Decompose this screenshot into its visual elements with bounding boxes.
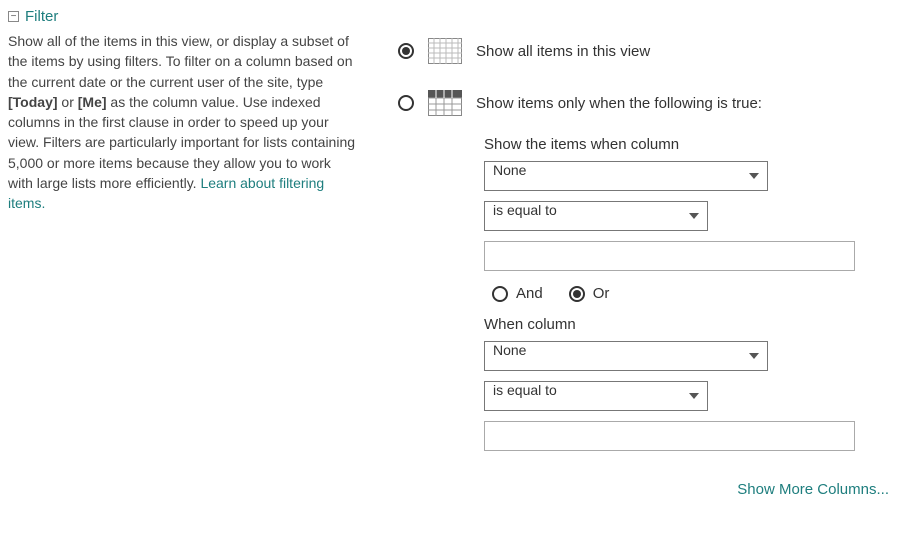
section-header: − Filter — [8, 8, 358, 25]
grid-filtered-icon — [428, 90, 462, 116]
grid-full-icon — [428, 38, 462, 64]
section-title: Filter — [25, 8, 58, 25]
and-label: And — [516, 285, 543, 302]
radio-show-filtered[interactable] — [398, 95, 414, 111]
me-token: [Me] — [78, 94, 107, 110]
chevron-down-icon — [689, 393, 699, 399]
radio-show-all[interactable] — [398, 43, 414, 59]
option-show-filtered-label: Show items only when the following is tr… — [476, 95, 762, 112]
radio-or[interactable] — [569, 286, 585, 302]
group1-operator-select[interactable]: is equal to — [484, 201, 708, 231]
group2-value-input[interactable] — [484, 421, 855, 451]
chevron-down-icon — [749, 353, 759, 359]
group1-column-select[interactable]: None — [484, 161, 768, 191]
group2-operator-select[interactable]: is equal to — [484, 381, 708, 411]
or-label: Or — [593, 285, 610, 302]
group2-column-select[interactable]: None — [484, 341, 768, 371]
chevron-down-icon — [749, 173, 759, 179]
group1-label: Show the items when column — [484, 136, 899, 153]
radio-and[interactable] — [492, 286, 508, 302]
today-token: [Today] — [8, 94, 58, 110]
option-show-all-label: Show all items in this view — [476, 43, 650, 60]
option-show-filtered[interactable]: Show items only when the following is tr… — [398, 90, 899, 116]
chevron-down-icon — [689, 213, 699, 219]
logic-row: And Or — [492, 285, 899, 302]
show-more-columns-link[interactable]: Show More Columns... — [398, 481, 899, 498]
group2-label: When column — [484, 316, 899, 333]
collapse-toggle-icon[interactable]: − — [8, 11, 19, 22]
section-description: Show all of the items in this view, or d… — [8, 31, 358, 214]
option-show-all[interactable]: Show all items in this view — [398, 38, 899, 64]
group1-value-input[interactable] — [484, 241, 855, 271]
